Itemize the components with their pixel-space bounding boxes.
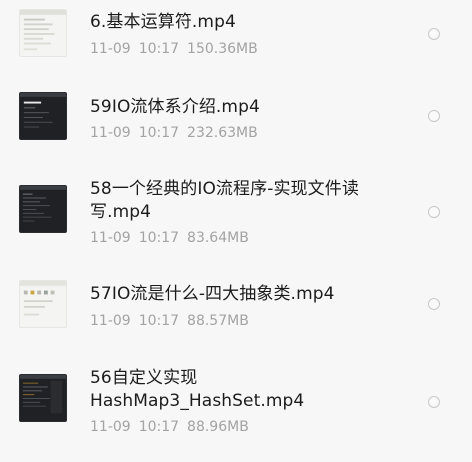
file-size: 83.64MB [187, 230, 249, 246]
file-meta: 11-09 10:17 88.57MB [90, 312, 257, 330]
file-meta: 11-09 10:17 88.96MB [90, 418, 257, 436]
file-time: 10:17 [138, 313, 180, 329]
file-date: 11-09 [90, 125, 131, 141]
video-thumbnail-image [20, 281, 66, 316]
file-time: 10:17 [138, 230, 180, 246]
file-name: 56自定义实现HashMap3_HashSet.mp4 [90, 368, 305, 411]
video-thumbnail [19, 280, 67, 328]
video-thumbnail [19, 92, 67, 140]
file-meta: 11-09 10:17 150.36MB [90, 40, 266, 58]
select-radio[interactable] [428, 206, 440, 218]
file-item[interactable]: 57IO流是什么-四大抽象类.mp4 11-09 10:17 88.57MB [0, 264, 472, 348]
file-item[interactable]: 56自定义实现HashMap3_HashSet.mp4 11-09 10:17 88… [0, 348, 472, 462]
select-radio[interactable] [428, 396, 440, 408]
select-radio[interactable] [428, 298, 440, 310]
file-time: 10:17 [138, 125, 180, 141]
file-name: 6.基本运算符.mp4 [90, 12, 236, 32]
file-size: 232.63MB [187, 125, 258, 141]
file-list: 6.基本运算符.mp4 11-09 10:17 150.36MB 59IO流体系介绍… [0, 0, 472, 462]
select-radio[interactable] [428, 28, 440, 40]
select-radio[interactable] [428, 110, 440, 122]
file-date: 11-09 [90, 419, 131, 435]
video-thumbnail [19, 185, 67, 233]
file-item[interactable]: 58一个经典的IO流程序-实现文件读写.mp4 11-09 10:17 83.64M… [0, 160, 472, 264]
file-date: 11-09 [90, 41, 131, 57]
file-item[interactable]: 6.基本运算符.mp4 11-09 10:17 150.36MB [0, 0, 472, 70]
file-date: 11-09 [90, 230, 131, 246]
video-thumbnail [19, 9, 67, 57]
video-thumbnail-image [20, 186, 66, 222]
video-thumbnail [19, 374, 67, 422]
video-thumbnail-image [20, 375, 66, 414]
file-size: 150.36MB [187, 41, 258, 57]
file-name: 59IO流体系介绍.mp4 [90, 97, 260, 117]
file-meta: 11-09 10:17 232.63MB [90, 124, 266, 142]
file-meta: 11-09 10:17 83.64MB [90, 229, 257, 247]
file-size: 88.57MB [187, 313, 249, 329]
file-time: 10:17 [138, 419, 180, 435]
file-size: 88.96MB [187, 419, 249, 435]
file-time: 10:17 [138, 41, 180, 57]
file-name: 57IO流是什么-四大抽象类.mp4 [90, 284, 335, 304]
video-thumbnail-image [20, 10, 66, 51]
file-name: 58一个经典的IO流程序-实现文件读写.mp4 [90, 179, 359, 222]
file-item[interactable]: 59IO流体系介绍.mp4 11-09 10:17 232.63MB [0, 70, 472, 160]
video-thumbnail-image [20, 93, 66, 128]
file-date: 11-09 [90, 313, 131, 329]
